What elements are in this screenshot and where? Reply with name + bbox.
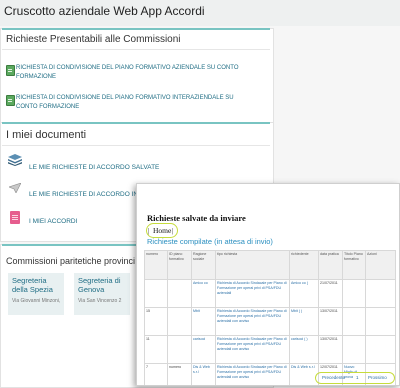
- cell-ragione[interactable]: Dis & Web s.r.l: [191, 363, 216, 385]
- documents-section-title: I miei documenti: [6, 129, 87, 141]
- commissions-section-title: Commissioni paritetiche provinci: [6, 256, 136, 266]
- office-address: Via San Vincenzo 2: [78, 298, 122, 304]
- cell-richiedente[interactable]: Amico co (: [289, 279, 319, 308]
- cell-richiedente[interactable]: Mbit ( ): [289, 307, 319, 336]
- column-header: richiedente: [289, 250, 319, 280]
- cell-azioni[interactable]: [365, 307, 396, 336]
- cell-azioni[interactable]: [365, 279, 396, 308]
- app-title: Cruscotto aziendale Web App Accordi: [4, 4, 205, 18]
- cell-titolo: [342, 279, 366, 308]
- app-header: Cruscotto aziendale Web App Accordi: [0, 0, 400, 26]
- cell-numero: [144, 279, 168, 308]
- column-header: Azioni: [365, 250, 396, 280]
- cell-titolo: [342, 307, 366, 336]
- cell-ragione[interactable]: carisoci: [191, 335, 216, 364]
- cell-id: [167, 335, 192, 364]
- documents-rule: [2, 122, 270, 124]
- pending-requests-link[interactable]: Richieste compilate (in attesa di invio): [147, 237, 273, 246]
- cell-ragione[interactable]: Mbit: [191, 307, 216, 336]
- office-tile-genova[interactable]: Segreteria di Genova: [74, 273, 130, 315]
- table-row[interactable]: 11 carisoci Richiesta di Accordo Sindaca…: [144, 335, 396, 364]
- green-doc-icon: [6, 65, 15, 76]
- table-row[interactable]: 15 Mbit Richiesta di Accordo Sindacale p…: [144, 307, 396, 336]
- saved-requests-table: numero ID piano formativo Ragione social…: [144, 250, 396, 385]
- doc-link-label[interactable]: I MIEI ACCORDI: [29, 218, 77, 225]
- cell-id: numero: [167, 363, 192, 385]
- cell-richiedente[interactable]: carisoci ( ): [289, 335, 319, 364]
- cell-data: 13/07/2011: [318, 335, 343, 364]
- doc-link-label[interactable]: LE MIE RICHIESTE DI ACCORDO SALVATE: [29, 164, 159, 171]
- home-prefix: |: [148, 225, 150, 235]
- home-suffix: |: [172, 225, 174, 235]
- table-header-row: numero ID piano formativo Ragione social…: [144, 250, 396, 280]
- cell-numero: 15: [144, 307, 168, 336]
- cell-data: 13/07/2011: [318, 307, 343, 336]
- cell-tipo[interactable]: Richiesta di Accordo Sindacale per Piano…: [215, 335, 290, 364]
- paper-plane-icon: [9, 183, 21, 193]
- cell-tipo[interactable]: Richiesta di Accordo Sindacale per Piano…: [215, 363, 290, 385]
- cell-tipo[interactable]: Richiesta di Accordo Sindacale per Piano…: [215, 307, 290, 336]
- documents-divider: [2, 145, 270, 146]
- next-page-link[interactable]: Prossimo: [368, 375, 387, 380]
- column-header: Ragione sociale: [191, 250, 216, 280]
- cell-data: 21/07/2011: [318, 279, 343, 308]
- column-header: tipo richiesta: [215, 250, 290, 280]
- page-number: 1: [356, 374, 359, 380]
- requests-section-title: Richieste Presentabili alle Commissioni: [6, 34, 181, 45]
- pink-document-icon: [10, 211, 20, 224]
- office-tile-spezia[interactable]: Segreteria della Spezia: [8, 273, 64, 315]
- cell-titolo: [342, 335, 366, 364]
- office-name[interactable]: Segreteria di Genova: [78, 276, 122, 294]
- cell-richiedente[interactable]: Dis & Web s.r.l: [289, 363, 319, 385]
- column-header: data pratica: [318, 250, 343, 280]
- cell-id: [167, 279, 192, 308]
- home-highlight: | Home |: [146, 223, 178, 238]
- prev-page-link[interactable]: Precedente: [322, 375, 345, 380]
- cell-numero: 11: [144, 335, 168, 364]
- cell-id: [167, 307, 192, 336]
- office-address: Via Giovanni Minzoni,: [12, 298, 61, 304]
- request-item-label[interactable]: RICHIESTA DI CONDIVISIONE DEL PIANO FORM…: [16, 94, 251, 112]
- cell-ragione[interactable]: Amico co: [191, 279, 216, 308]
- green-doc-icon: [6, 95, 15, 106]
- column-header: Titolo Piano formativo: [342, 250, 366, 280]
- column-header: numero: [144, 250, 168, 280]
- home-link[interactable]: Home: [153, 226, 171, 235]
- column-header: ID piano formativo: [167, 250, 192, 280]
- cell-numero: 7: [144, 363, 168, 385]
- cell-azioni[interactable]: [365, 335, 396, 364]
- layers-icon: [8, 154, 22, 166]
- requests-divider: [2, 49, 270, 50]
- office-name[interactable]: Segreteria della Spezia: [12, 276, 56, 294]
- request-item-label[interactable]: RICHIESTA DI CONDIVISIONE DEL PIANO FORM…: [16, 64, 251, 82]
- requests-rule: [2, 28, 270, 30]
- table-row[interactable]: Amico co Richiesta di Accordo Sindacale …: [144, 279, 396, 308]
- cell-tipo[interactable]: Richiesta di Accordo Sindacale per Piano…: [215, 279, 290, 308]
- saved-requests-window: Richieste salvate da inviare | Home | Ri…: [136, 183, 400, 386]
- pagination-highlight: Precedente 1 Prossimo: [315, 372, 395, 384]
- overlay-title: Richieste salvate da inviare: [147, 213, 246, 223]
